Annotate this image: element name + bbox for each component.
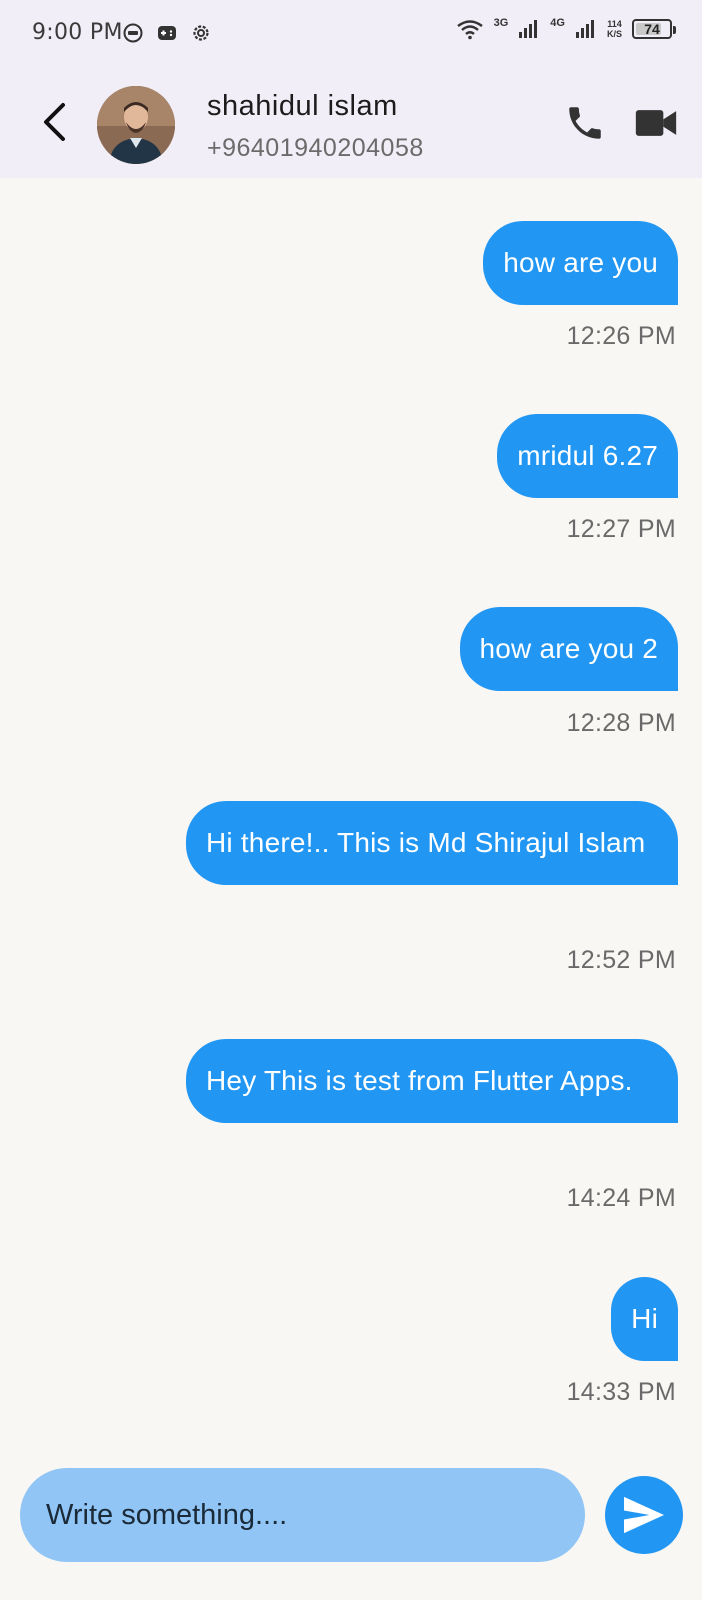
message-bubble[interactable]: Hi	[611, 1277, 678, 1361]
speed-value: 114	[607, 19, 622, 29]
status-notification-icons	[122, 22, 212, 44]
top-area: 9:00 PM 3G 4G 114 K/S 74 shahidul islam …	[0, 0, 702, 178]
message-time: 12:28 PM	[566, 709, 676, 737]
phone-icon	[569, 107, 601, 139]
speed-unit: K/S	[606, 29, 622, 39]
contact-phone: +96401940204058	[207, 134, 424, 162]
message-bubble[interactable]: how are you 2	[459, 607, 678, 691]
message-bubble[interactable]: mridul 6.27	[497, 414, 678, 498]
message-bubble[interactable]: Hey This is test from Flutter Apps.	[186, 1039, 678, 1123]
message-time: 12:26 PM	[566, 322, 676, 350]
message-text: Hi	[611, 1277, 678, 1361]
message-time: 12:27 PM	[566, 515, 676, 543]
message-text: Hi there!.. This is Md Shirajul Islam	[186, 801, 678, 885]
network-type-2: 4G	[550, 17, 565, 29]
message-text: how are you 2	[459, 607, 678, 691]
send-button[interactable]	[605, 1476, 683, 1554]
message-time: 14:24 PM	[566, 1184, 676, 1212]
battery-level: 74	[644, 21, 660, 37]
message-time: 14:33 PM	[566, 1378, 676, 1406]
signal-icon	[575, 20, 594, 38]
back-button[interactable]	[36, 100, 72, 144]
message-text: mridul 6.27	[497, 414, 678, 498]
network-speed: 114 K/S	[607, 19, 622, 39]
signal-icon	[519, 20, 538, 38]
message-bubble[interactable]: how are you	[483, 221, 678, 305]
battery-icon: 74	[632, 19, 676, 39]
message-text: Hey This is test from Flutter Apps.	[186, 1039, 678, 1123]
message-input[interactable]	[46, 1498, 585, 1532]
video-camera-icon	[635, 110, 677, 136]
contact-name: shahidul islam	[207, 90, 398, 122]
network-type-1: 3G	[493, 17, 509, 29]
wifi-icon	[456, 20, 483, 40]
message-input-container[interactable]	[20, 1468, 585, 1562]
app-bar: shahidul islam +96401940204058	[0, 70, 702, 178]
status-bar: 9:00 PM 3G 4G 114 K/S 74	[0, 0, 702, 70]
status-time: 9:00 PM	[32, 20, 123, 45]
chat-screen: 9:00 PM 3G 4G 114 K/S 74 shahidul islam …	[0, 0, 702, 1600]
message-bubble[interactable]: Hi there!.. This is Md Shirajul Islam	[186, 801, 678, 885]
settings-gear-icon	[193, 25, 209, 41]
avatar-photo	[97, 86, 175, 164]
avatar[interactable]	[97, 86, 175, 164]
chevron-left-icon	[44, 103, 65, 141]
video-call-button[interactable]	[634, 104, 678, 142]
gamepad-icon	[158, 26, 176, 40]
message-text: how are you	[483, 221, 678, 305]
message-list[interactable]: how are you 12:26 PM mridul 6.27 12:27 P…	[0, 178, 702, 1460]
imo-icon	[123, 23, 143, 43]
message-time: 12:52 PM	[566, 946, 676, 974]
status-system-icons: 3G 4G 114 K/S 74	[456, 17, 676, 40]
call-button[interactable]	[564, 102, 606, 144]
send-icon	[624, 1496, 664, 1534]
